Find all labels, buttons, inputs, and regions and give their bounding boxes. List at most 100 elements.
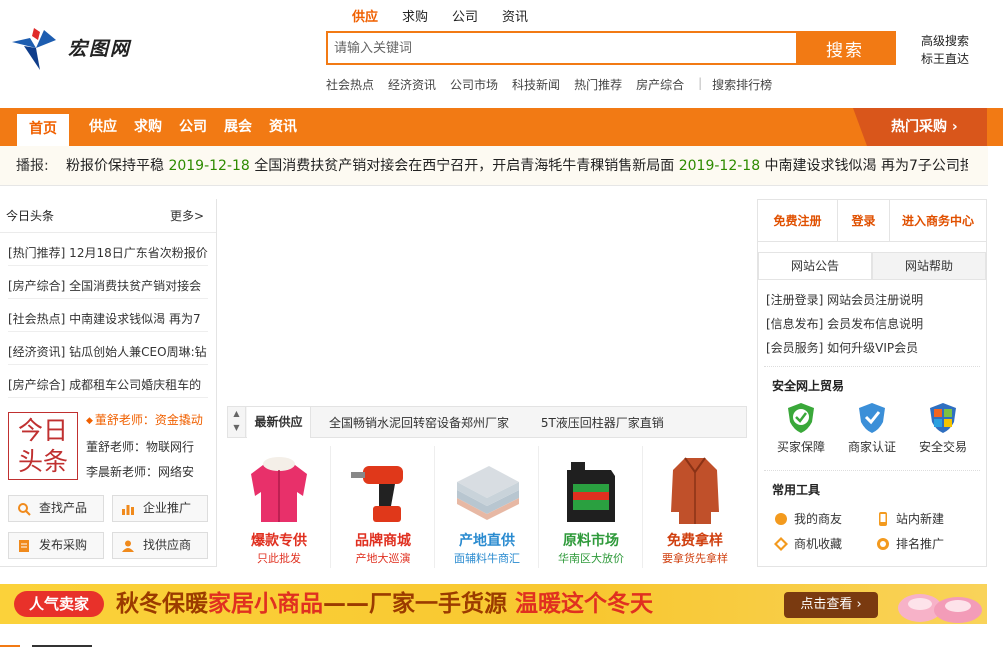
list-item[interactable]: [房产综合] 成都租车公司婚庆租车的 bbox=[8, 365, 208, 398]
nav-supply[interactable]: 供应 bbox=[81, 108, 125, 146]
advanced-links: 高级搜索 标王直达 bbox=[921, 32, 969, 68]
buyer-protection[interactable]: 买家保障 bbox=[766, 402, 836, 455]
nav-company[interactable]: 公司 bbox=[171, 108, 215, 146]
tools-list: 我的商友 站内新建 商机收藏 排名推广 bbox=[774, 510, 974, 552]
list-item[interactable]: [热门推荐] 12月18日广东省次粉报价 bbox=[8, 233, 208, 266]
bookmarks-link[interactable]: 商机收藏 bbox=[774, 535, 876, 552]
find-product-button[interactable]: 查找产品 bbox=[8, 495, 104, 522]
hot-link[interactable]: 社会热点 bbox=[326, 76, 374, 93]
tab-notice[interactable]: 网站公告 bbox=[758, 252, 872, 279]
enterprise-promo-button[interactable]: 企业推广 bbox=[112, 495, 208, 522]
search-tab-supply[interactable]: 供应 bbox=[340, 9, 390, 27]
ticker-text[interactable]: 粉报价保持平稳 2019-12-18 全国消费扶贫产销对接会在西宁召开，开启青海… bbox=[66, 146, 968, 185]
hot-link[interactable]: 科技新闻 bbox=[512, 76, 560, 93]
find-supplier-button[interactable]: 找供应商 bbox=[112, 532, 208, 559]
chevron-down-icon[interactable]: ▼ bbox=[228, 421, 245, 435]
verified-badge-icon bbox=[859, 403, 885, 433]
search-tab-purchase[interactable]: 求购 bbox=[390, 9, 440, 27]
list-item[interactable]: [经济资讯] 钻瓜创始人兼CEO周琳:钻 bbox=[8, 332, 208, 365]
list-item[interactable]: 董舒老师：资金撬动 bbox=[86, 408, 210, 435]
list-item[interactable]: [注册登录] 网站会员注册说明 bbox=[766, 288, 978, 312]
search-button[interactable]: 搜索 bbox=[796, 33, 894, 63]
list-item[interactable]: [信息发布] 会员发布信息说明 bbox=[766, 312, 978, 336]
search-rank-link[interactable]: 搜索排行榜 bbox=[712, 76, 772, 93]
teacher-list: 董舒老师：资金撬动 董舒老师：物联网行 李晨新老师：网络安 bbox=[86, 408, 210, 485]
ranking-promo-link[interactable]: 排名推广 bbox=[876, 535, 974, 552]
list-item[interactable]: [社会热点] 中南建设求钱似渴 再为7 bbox=[8, 299, 208, 332]
merchant-verification[interactable]: 商家认证 bbox=[837, 402, 907, 455]
banner-text-part: 温暖这个冬天 bbox=[515, 591, 654, 617]
more-link[interactable]: 更多> bbox=[170, 199, 204, 233]
hot-link[interactable]: 房产综合 bbox=[636, 76, 684, 93]
scroll-arrows[interactable]: ▲ ▼ bbox=[228, 407, 246, 437]
button-label: 发布采购 bbox=[39, 538, 88, 552]
register-button[interactable]: 免费注册 bbox=[758, 200, 838, 241]
direct-link[interactable]: 标王直达 bbox=[921, 50, 969, 68]
ticker-date: 2019-12-18 bbox=[678, 158, 761, 174]
hot-link[interactable]: 公司市场 bbox=[450, 76, 498, 93]
list-item[interactable]: [会员服务] 如何升级VIP会员 bbox=[766, 336, 978, 360]
separator: | bbox=[698, 76, 703, 90]
secure-transaction[interactable]: 安全交易 bbox=[908, 402, 978, 455]
tab-help[interactable]: 网站帮助 bbox=[872, 252, 986, 279]
list-item[interactable]: 李晨新老师：网络安 bbox=[86, 460, 210, 485]
business-center-button[interactable]: 进入商务中心 bbox=[890, 200, 986, 241]
product-card-brand[interactable]: 品牌商城 产地大巡演 bbox=[331, 446, 435, 568]
section-marker-icon bbox=[0, 645, 92, 647]
button-label: 企业推广 bbox=[143, 501, 192, 515]
notice-tabs: 网站公告 网站帮助 bbox=[758, 252, 986, 280]
ticker-date: 2019-12-18 bbox=[168, 158, 250, 174]
search-tab-news[interactable]: 资讯 bbox=[490, 9, 540, 27]
hot-link[interactable]: 热门推荐 bbox=[574, 76, 622, 93]
hot-purchase-button[interactable]: 热门采购 › bbox=[853, 108, 987, 146]
nav-news[interactable]: 资讯 bbox=[261, 108, 305, 146]
site-new-link[interactable]: 站内新建 bbox=[876, 510, 974, 527]
latest-supply-bar: ▲ ▼ 最新供应 全国畅销水泥回转窑设备郑州厂家 5T液压回柱器厂家直销 bbox=[227, 406, 747, 438]
coat-icon bbox=[671, 457, 719, 524]
product-card-material[interactable]: 原料市场 华南区大放价 bbox=[539, 446, 643, 568]
trade-label: 安全交易 bbox=[918, 440, 967, 454]
search-tab-company[interactable]: 公司 bbox=[440, 9, 490, 27]
chevron-up-icon[interactable]: ▲ bbox=[228, 407, 245, 421]
search-box: 搜索 bbox=[326, 31, 896, 65]
list-item[interactable]: [房产综合] 全国消费扶贫产销对接会 bbox=[8, 266, 208, 299]
search-tabs: 供应 求购 公司 资讯 bbox=[340, 9, 540, 27]
search-icon bbox=[18, 502, 31, 516]
nav-exhibition[interactable]: 展会 bbox=[216, 108, 260, 146]
banner-view-button[interactable]: 点击查看 › bbox=[784, 592, 878, 618]
fabric-icon bbox=[457, 466, 519, 520]
post-purchase-button[interactable]: 发布采购 bbox=[8, 532, 104, 559]
product-card-origin[interactable]: 产地直供 面辅料牛商汇 bbox=[435, 446, 539, 568]
search-input[interactable] bbox=[328, 33, 796, 63]
supply-items: 全国畅销水泥回转窑设备郑州厂家 5T液压回柱器厂家直销 bbox=[329, 407, 692, 439]
product-title: 爆款专供 bbox=[251, 533, 307, 549]
product-subtitle: 要拿货先拿样 bbox=[662, 552, 728, 565]
badge-line: 头条 bbox=[17, 447, 68, 476]
tool-label: 商机收藏 bbox=[794, 537, 843, 551]
product-subtitle: 只此批发 bbox=[257, 552, 301, 565]
tools-title: 常用工具 bbox=[772, 483, 821, 497]
list-item[interactable]: 全国畅销水泥回转窑设备郑州厂家 bbox=[329, 416, 509, 430]
nav-purchase[interactable]: 求购 bbox=[126, 108, 170, 146]
product-card-hot[interactable]: 爆款专供 只此批发 bbox=[227, 446, 331, 568]
banner-text: 秋冬保暖家居小商品——厂家一手货源 温暖这个冬天 bbox=[116, 588, 653, 620]
badge-line: 今日 bbox=[17, 416, 68, 445]
hot-link[interactable]: 经济资讯 bbox=[388, 76, 436, 93]
logo-text: 宏图网 bbox=[68, 38, 132, 60]
power-drill-icon bbox=[351, 466, 403, 522]
login-button[interactable]: 登录 bbox=[838, 200, 890, 241]
product-card-sample[interactable]: 免费拿样 要拿货先拿样 bbox=[643, 446, 747, 568]
member-panel: 免费注册 登录 进入商务中心 网站公告 网站帮助 [注册登录] 网站会员注册说明… bbox=[757, 199, 987, 567]
list-item[interactable]: 董舒老师：物联网行 bbox=[86, 435, 210, 460]
my-friends-link[interactable]: 我的商友 bbox=[774, 510, 876, 527]
star-diamond-icon bbox=[774, 536, 788, 551]
main-nav: 首页 供应 求购 公司 展会 资讯 热门采购 › bbox=[0, 108, 1003, 148]
user-icon bbox=[122, 540, 134, 552]
nav-home[interactable]: 首页 bbox=[17, 114, 69, 148]
divider bbox=[764, 470, 980, 471]
list-item[interactable]: 5T液压回柱器厂家直销 bbox=[541, 416, 664, 430]
advanced-search-link[interactable]: 高级搜索 bbox=[921, 32, 969, 50]
safe-trade-items: 买家保障 商家认证 安全交易 bbox=[766, 402, 978, 455]
site-logo[interactable]: 宏图网 bbox=[10, 26, 140, 72]
promo-banner[interactable]: 人气卖家 秋冬保暖家居小商品——厂家一手货源 温暖这个冬天 点击查看 › bbox=[0, 584, 987, 624]
